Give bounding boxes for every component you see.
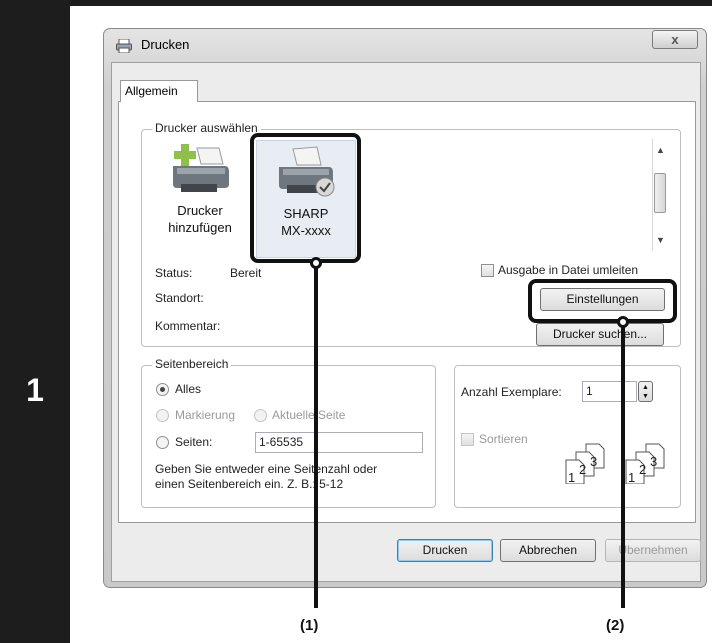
collate-page-3: 3 (590, 454, 597, 469)
radio-current-page-label: Aktuelle Seite (272, 408, 346, 422)
scroll-up-icon[interactable]: ▲ (653, 145, 668, 159)
collate-checkbox[interactable] (461, 433, 474, 446)
print-to-file-checkbox[interactable] (481, 264, 494, 277)
radio-pages-label: Seiten: (175, 435, 213, 449)
radio-pages[interactable] (156, 436, 169, 449)
print-to-file-label[interactable]: Ausgabe in Datei umleiten (498, 263, 638, 277)
add-printer-icon (173, 144, 229, 192)
collate-page-1: 1 (568, 470, 575, 484)
copies-input[interactable]: 1 (582, 381, 637, 402)
copies-stepper[interactable]: ▲ ▼ (638, 381, 653, 402)
printer-item-add-line2: hinzufügen (168, 220, 232, 235)
callout-label-2: (2) (606, 617, 625, 634)
page-range-hint-line1: Geben Sie entweder eine Seitenzahl oder (155, 462, 378, 476)
status-label: Status: (155, 266, 193, 280)
print-button[interactable]: Drucken (397, 539, 493, 562)
pages-input[interactable]: 1-65535 (255, 432, 423, 453)
radio-selection-label: Markierung (175, 408, 236, 422)
find-printer-button[interactable]: Drucker suchen... (536, 323, 664, 346)
callout-highlight-settings (528, 279, 677, 323)
collate-label: Sortieren (479, 432, 528, 446)
close-button[interactable]: x (652, 30, 698, 49)
collate-page-2: 2 (579, 462, 586, 477)
radio-current-page[interactable] (254, 409, 267, 422)
status-value: Bereit (230, 266, 262, 280)
printer-group-legend: Drucker auswählen (152, 121, 261, 135)
callout-highlight-printer (250, 133, 361, 263)
radio-all[interactable] (156, 383, 169, 396)
scroll-thumb[interactable] (654, 173, 666, 213)
comment-label: Kommentar: (155, 319, 221, 333)
top-rule (70, 0, 712, 6)
step-bar (0, 0, 70, 643)
printer-item-add-line1: Drucker (177, 203, 223, 218)
printer-list-scrollbar[interactable]: ▲ ▼ (652, 139, 668, 251)
collate-page-3b: 3 (650, 454, 657, 469)
collate-page-1b: 1 (628, 470, 635, 484)
callout-line-1 (314, 263, 318, 608)
apply-button[interactable]: Übernehmen (605, 539, 701, 562)
radio-all-label: Alles (175, 382, 202, 396)
dialog-title: Drucken (141, 37, 190, 52)
printer-item-add[interactable]: Drucker hinzufügen (160, 140, 240, 236)
tab-allgemein[interactable]: Allgemein (120, 80, 198, 102)
callout-line-2 (621, 322, 625, 608)
radio-selection[interactable] (156, 409, 169, 422)
scroll-down-icon[interactable]: ▼ (653, 235, 668, 249)
collate-page-2b: 2 (639, 462, 646, 477)
location-label: Standort: (155, 291, 204, 305)
callout-dot-2 (617, 316, 629, 328)
callout-label-1: (1) (300, 617, 319, 634)
collate-icon: 1 2 3 1 2 3 (565, 443, 665, 484)
copies-label: Anzahl Exemplare: (461, 385, 562, 399)
page-range-legend: Seitenbereich (152, 357, 232, 371)
cancel-button[interactable]: Abbrechen (500, 539, 596, 562)
printer-title-icon (116, 39, 132, 53)
callout-dot-1 (310, 257, 322, 269)
step-number: 1 (26, 372, 44, 408)
